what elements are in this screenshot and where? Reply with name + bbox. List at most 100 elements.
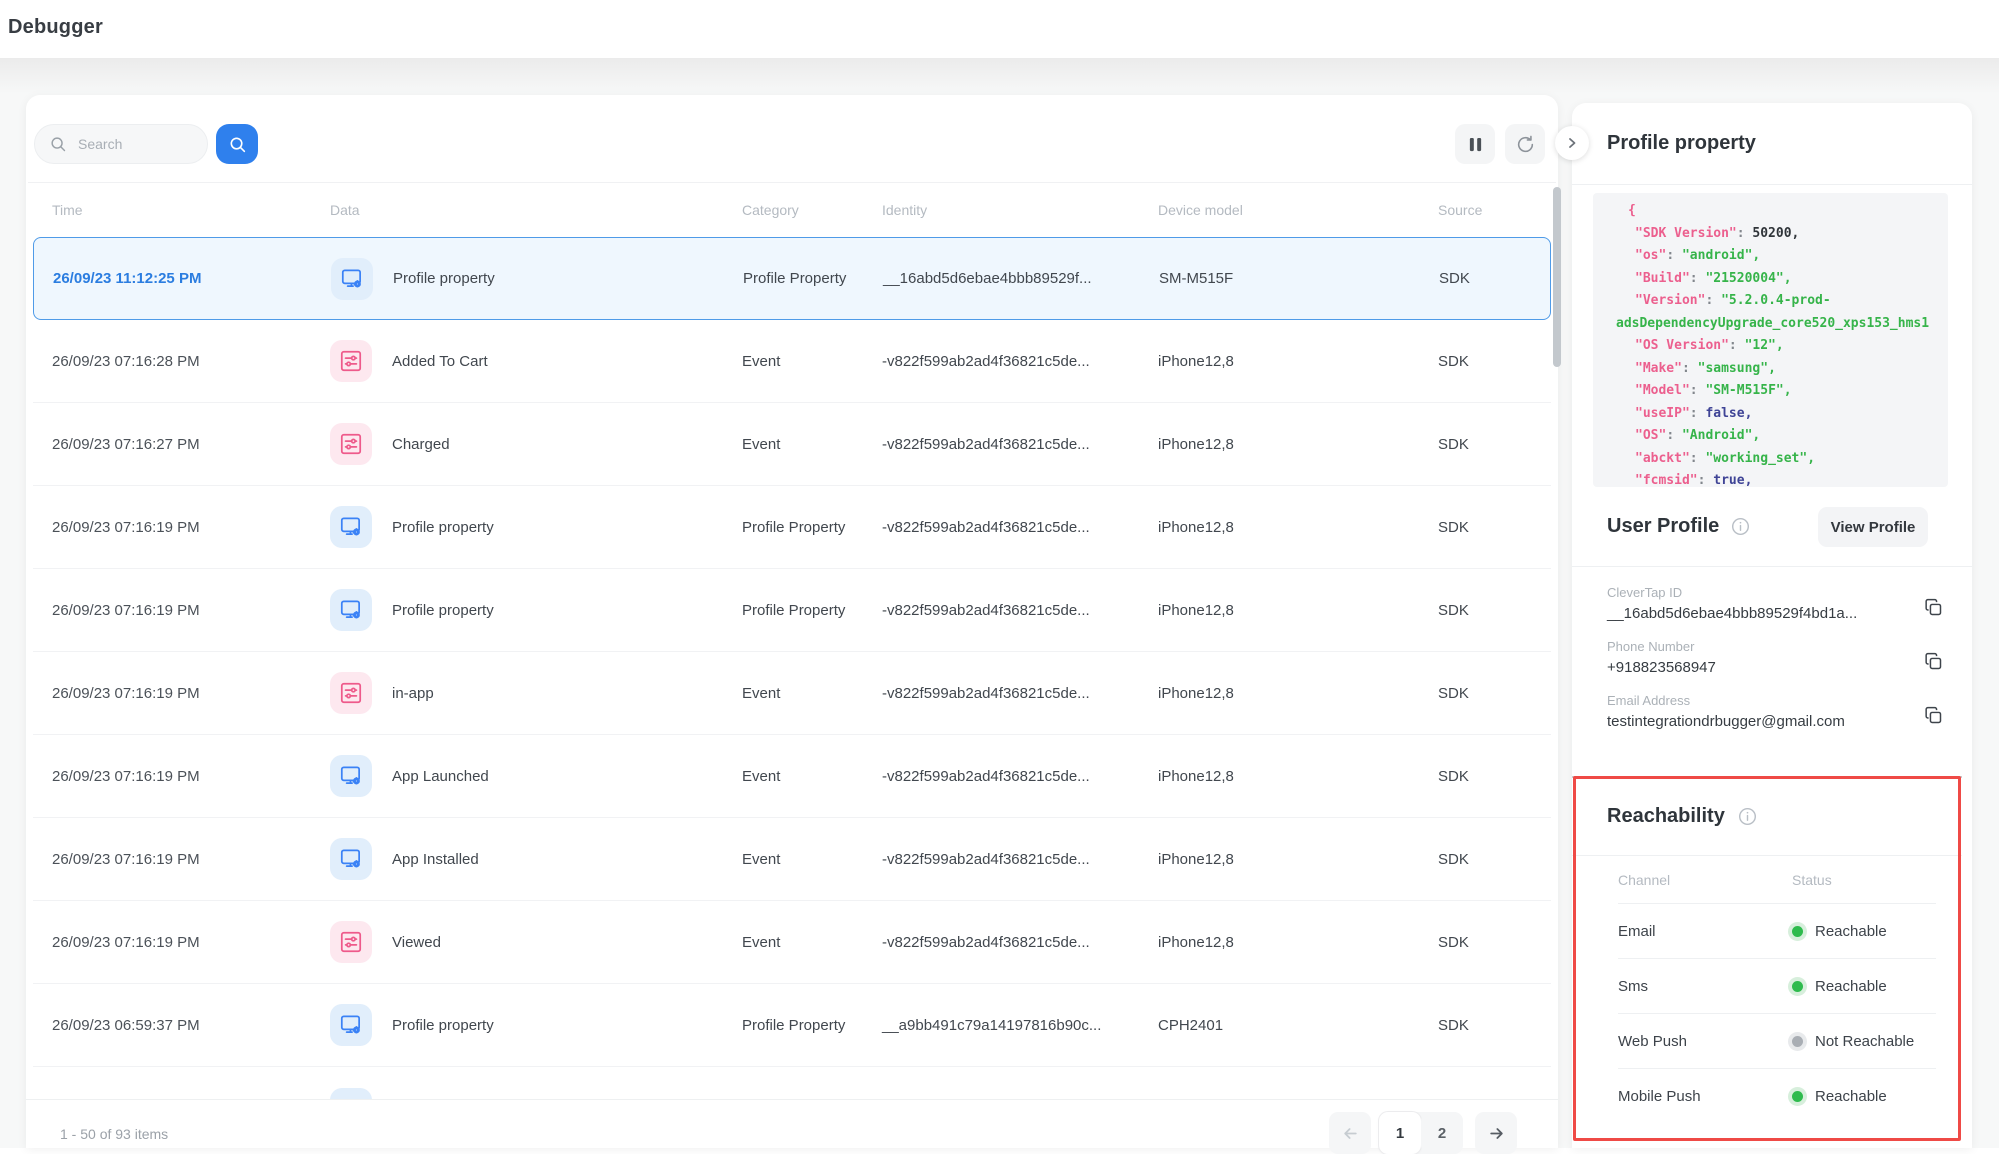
cell-data: Charged (330, 423, 742, 465)
table-scrollbar-thumb[interactable] (1553, 187, 1561, 367)
cell-device-model: iPhone12,8 (1158, 685, 1438, 702)
copy-button[interactable] (1921, 649, 1945, 673)
status-cell: Reachable (1792, 923, 1887, 940)
table-row[interactable]: 26/09/23 07:16:27 PMChargedEvent-v822f59… (33, 403, 1551, 486)
json-token-punc: : (1698, 473, 1714, 487)
column-header-device-model: Device model (1158, 202, 1438, 218)
cell-time: 26/09/23 07:16:19 PM (52, 768, 330, 785)
json-token-punc: : (1682, 361, 1698, 376)
cell-category: Event (742, 685, 882, 702)
event-icon (330, 340, 372, 382)
table-row[interactable]: 26/09/23 07:16:19 PMProfile propertyProf… (33, 569, 1551, 652)
cell-identity: -v822f599ab2ad4f36821c5de... (882, 436, 1158, 453)
search-input[interactable] (76, 135, 193, 153)
search-input-wrapper[interactable] (34, 124, 208, 164)
json-token-str: "samsung", (1698, 361, 1776, 376)
channel-name: Mobile Push (1618, 1088, 1792, 1105)
profile-property-icon (330, 589, 372, 631)
data-label: Charged (392, 436, 450, 453)
code-line: "OS Version": "12", (1593, 335, 1948, 358)
cell-device-model: iPhone12,8 (1158, 519, 1438, 536)
json-token-str: "android", (1682, 248, 1760, 263)
cell-time: 26/09/23 06:59:37 PM (52, 1017, 330, 1034)
table-row[interactable]: 26/09/23 07:16:19 PMProfile propertyProf… (33, 486, 1551, 569)
json-token-key: "OS Version" (1635, 338, 1729, 353)
cell-data: Viewed (330, 921, 742, 963)
json-token-key: "fcmsid" (1635, 473, 1698, 487)
panel-collapse-button[interactable] (1555, 126, 1589, 160)
cell-source: SDK (1438, 768, 1551, 785)
panel-header: Profile property (1572, 103, 1972, 185)
cell-source: SDK (1438, 519, 1551, 536)
table-row[interactable]: 26/09/23 06:59:37 PMProfile propertyProf… (33, 984, 1551, 1067)
search-submit-button[interactable] (216, 124, 258, 164)
table-row-partial[interactable] (33, 1067, 1551, 1099)
json-token-bool: true, (1713, 473, 1752, 487)
event-icon (330, 672, 372, 714)
json-token-str: "12", (1745, 338, 1784, 353)
column-header-source: Source (1438, 202, 1556, 218)
code-line: "OS": "Android", (1593, 425, 1948, 448)
status-dot-reachable (1792, 1091, 1803, 1102)
event-icon (330, 921, 372, 963)
pagination-bar: 1 - 50 of 93 items 1 2 (26, 1099, 1558, 1148)
cell-data: Profile property (331, 258, 743, 300)
code-line: "Make": "samsung", (1593, 358, 1948, 381)
json-token-key: "Version" (1635, 293, 1705, 308)
status-text: Reachable (1815, 1088, 1887, 1105)
search-icon (228, 135, 247, 154)
reachability-section: Reachability Channel Status EmailReachab… (1572, 776, 1962, 1124)
copy-button[interactable] (1921, 703, 1945, 727)
pause-stream-button[interactable] (1455, 124, 1495, 164)
json-token-key: { (1628, 203, 1636, 218)
search-icon (49, 135, 67, 153)
json-token-punc: : (1690, 406, 1706, 421)
channel-name: Email (1618, 923, 1792, 940)
cell-data: Added To Cart (330, 340, 742, 382)
payload-json-viewer[interactable]: {"SDK Version": 50200,"os": "android","B… (1593, 193, 1948, 487)
field-value: testintegrationdrbugger@gmail.com (1607, 713, 1902, 730)
table-row[interactable]: 26/09/23 07:16:28 PMAdded To CartEvent-v… (33, 320, 1551, 403)
status-text: Reachable (1815, 923, 1887, 940)
profile-property-icon (330, 506, 372, 548)
reachability-row: Mobile Push Reachable (1618, 1069, 1936, 1124)
cell-identity: -v822f599ab2ad4f36821c5de... (882, 768, 1158, 785)
json-token-str: "21520004", (1705, 271, 1791, 286)
json-token-punc: : (1690, 383, 1706, 398)
table-row[interactable]: 26/09/23 11:12:25 PMProfile propertyProf… (33, 237, 1551, 320)
profile-property-icon (330, 755, 372, 797)
user-profile-title: User Profile (1607, 515, 1719, 538)
status-dot-not-reachable (1792, 1036, 1803, 1047)
info-icon[interactable] (1731, 517, 1750, 536)
channel-name: Sms (1618, 978, 1792, 995)
table-header-row: Time Data Category Identity Device model… (28, 182, 1556, 237)
table-row[interactable]: 26/09/23 07:16:19 PMin-appEvent-v822f599… (33, 652, 1551, 735)
info-icon[interactable] (1738, 807, 1757, 826)
reachability-table-header: Channel Status (1618, 857, 1936, 904)
status-dot-reachable (1792, 981, 1803, 992)
cell-device-model: SM-M515F (1159, 270, 1439, 287)
table-row[interactable]: 26/09/23 07:16:19 PMApp LaunchedEvent-v8… (33, 735, 1551, 818)
items-count: 1 - 50 of 93 items (60, 1126, 168, 1142)
code-line: "SDK Version": 50200, (1593, 223, 1948, 246)
table-row[interactable]: 26/09/23 07:16:19 PMApp InstalledEvent-v… (33, 818, 1551, 901)
chevron-right-icon (1565, 136, 1579, 150)
reachability-column-channel: Channel (1618, 872, 1792, 888)
column-header-time: Time (52, 202, 330, 218)
copy-button[interactable] (1921, 595, 1945, 619)
data-label: App Installed (392, 851, 479, 868)
json-token-bool: false, (1705, 406, 1752, 421)
refresh-button[interactable] (1505, 124, 1545, 164)
view-profile-button[interactable]: View Profile (1818, 507, 1928, 547)
arrow-right-icon (1488, 1125, 1505, 1142)
cell-identity: __16abd5d6ebae4bbb89529f... (883, 270, 1159, 287)
code-line: "abckt": "working_set", (1593, 448, 1948, 471)
code-line: { (1593, 200, 1948, 223)
table-row[interactable]: 26/09/23 07:16:19 PMViewedEvent-v822f599… (33, 901, 1551, 984)
user-profile-field: Email Addresstestintegrationdrbugger@gma… (1607, 693, 1972, 730)
json-token-str: "working_set", (1705, 451, 1815, 466)
copy-icon (1923, 705, 1944, 726)
reachability-row: SmsReachable (1618, 959, 1936, 1014)
status-cell: Reachable (1792, 978, 1887, 995)
cell-identity: -v822f599ab2ad4f36821c5de... (882, 602, 1158, 619)
